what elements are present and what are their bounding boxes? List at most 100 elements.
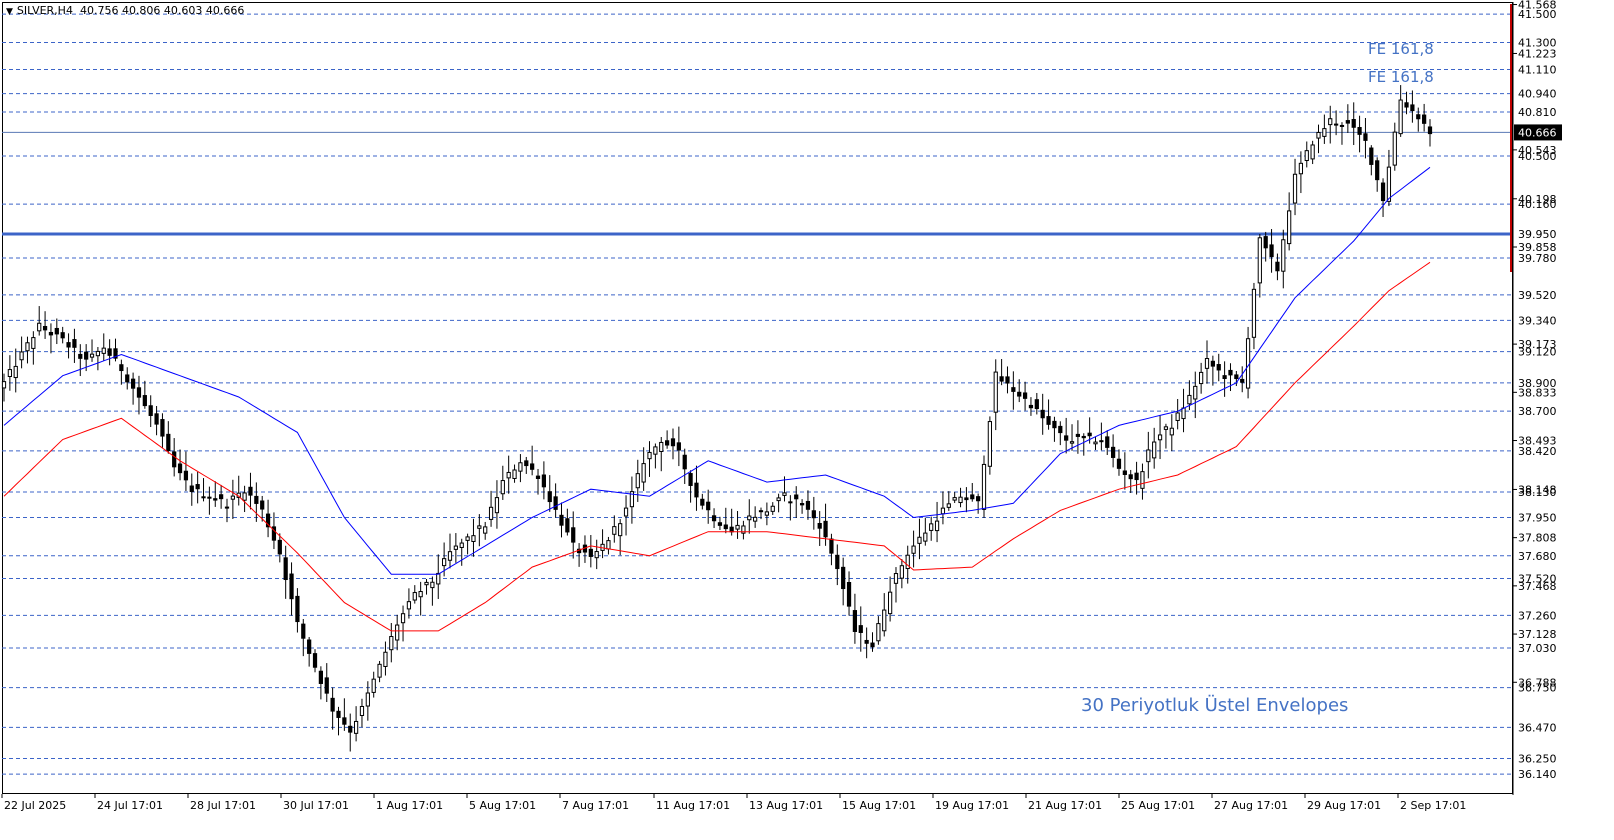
candle-bull [1140,471,1145,489]
candle-bear [706,501,711,511]
candle-bull [1,381,7,389]
candle-bear [324,677,329,694]
candle-bear [846,582,852,607]
candle-bull [776,497,781,502]
candle-bull [659,441,664,452]
candle-bear [219,494,224,500]
y-tick-label: 36.788 [1518,676,1557,689]
candle-bull [1169,427,1174,436]
candle-bear [805,500,811,510]
candle-bear [1222,375,1227,380]
symbol-label: SILVER,H4 [16,4,73,17]
candle-bull [1163,426,1169,430]
candle-bear [1087,432,1092,437]
candle-bear [78,353,83,359]
x-tick-label: 19 Aug 17:01 [935,799,1009,812]
candle-bear [1422,114,1427,124]
candle-bear [700,498,705,506]
candle-bull [518,462,523,472]
candle-bull [459,542,464,548]
candle-bull [958,496,963,504]
candle-bull [101,347,106,354]
candle-bear [1234,374,1239,380]
y-tick-label: 37.468 [1518,580,1557,593]
candle-bull [395,624,400,641]
candle-bear [723,524,728,530]
candle-bull [1292,173,1298,204]
candle-bull [1316,131,1321,139]
candle-bull [923,532,928,542]
y-tick-label: 37.808 [1518,532,1557,545]
candle-bull [1157,434,1163,441]
candle-bear [864,639,869,644]
candle-bull [1333,123,1339,126]
x-tick-label: 7 Aug 17:01 [562,799,629,812]
candle-bear [788,501,793,504]
candle-bull [389,636,394,651]
candle-bull [13,365,18,379]
candle-bull [929,523,934,531]
candle-bull [436,572,441,585]
candle-bear [1058,425,1063,434]
candle-bull [1310,144,1315,160]
candle-bear [676,442,681,451]
candle-bull [1146,449,1151,463]
candle-bull [1257,237,1262,284]
candle-bear [1040,409,1045,419]
candle-bull [37,322,42,332]
candle-bull [95,350,101,357]
candle-bull [1251,288,1257,338]
candle-bear [201,496,206,499]
candle-bear [260,500,265,510]
candle-bull [1328,118,1333,126]
candle-bull [418,591,423,598]
time-axis-group: 22 Jul 2025 24 Jul 17:01 28 Jul 17:01 30 Ju… [1,794,1466,812]
candle-bear [1110,446,1116,458]
candle-bull [483,526,488,534]
level-label: 40.810 [1518,106,1557,119]
candle-bear [318,670,324,684]
candle-bear [1081,435,1086,439]
y-tick-label: 40.543 [1518,144,1557,157]
y-tick-label: 37.128 [1518,628,1557,641]
price-axis-group: 41.50041.30041.11040.94040.81040.50040.1… [1510,0,1562,795]
candle-bear [107,348,112,356]
x-tick-label: 27 Aug 17:01 [1214,799,1288,812]
candle-bull [981,463,987,510]
x-tick-label: 11 Aug 17:01 [656,799,730,812]
y-tick-label: 41.568 [1518,0,1557,12]
candle-bull [641,463,646,483]
candle-bear [119,364,124,372]
candle-bear [248,486,253,496]
candlestick-chart: 41.50041.30041.11040.94040.81040.50040.1… [1,0,1562,812]
candle-bear [711,515,717,522]
collapse-triangle-icon[interactable]: ▼ [6,7,13,17]
x-tick-label: 5 Aug 17:01 [469,799,536,812]
level-label: 38.700 [1518,405,1557,418]
candle-bear [1028,404,1034,409]
level-label: 39.520 [1518,289,1557,302]
candle-bear [1404,102,1409,108]
candle-bull [635,473,640,489]
candle-bear [312,653,318,668]
candle-bull [758,510,764,513]
candle-bear [1075,433,1081,437]
candle-bull [876,623,881,642]
candle-bear [976,496,981,502]
candle-bull [770,505,775,512]
candle-bull [365,692,370,707]
x-tick-label: 24 Jul 17:01 [97,799,163,812]
annotations-group: FE 161,8 FE 161,8 30 Periyotluk Üstel En… [1081,40,1434,716]
candle-bear [858,625,863,633]
candle-bull [512,469,517,479]
candle-bull [224,506,230,509]
level-label: 41.110 [1518,63,1557,76]
chart-header: ▼ SILVER,H4 40.756 40.806 40.603 40.666 [6,4,244,17]
candle-bull [747,515,752,521]
candle-bear [717,522,723,526]
candle-bear [1046,416,1051,425]
level-label: 37.260 [1518,609,1557,622]
candle-bear [729,526,734,533]
y-tick-label: 39.858 [1518,241,1557,254]
candle-bear [148,405,153,416]
